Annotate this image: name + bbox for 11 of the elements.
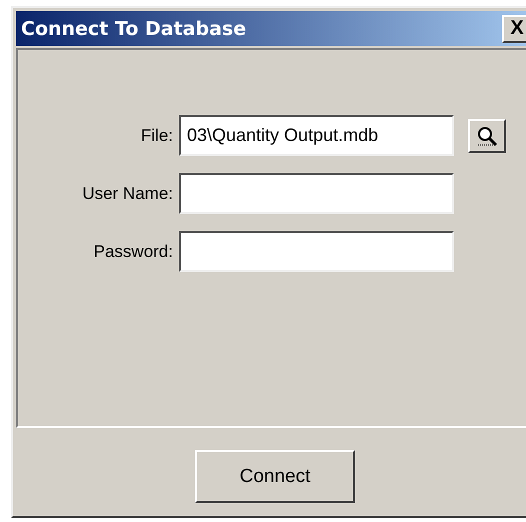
browse-button[interactable] xyxy=(468,118,506,152)
connect-button[interactable]: Connect xyxy=(195,450,355,503)
input-field[interactable] xyxy=(179,231,454,272)
field-label: User Name: xyxy=(81,184,173,204)
close-button[interactable]: X xyxy=(502,14,526,42)
field-label: Password: xyxy=(92,242,173,262)
window-title: Connect To Database xyxy=(21,18,246,40)
field-label: File: xyxy=(140,126,173,146)
input-field[interactable] xyxy=(179,173,454,214)
magnifier-icon xyxy=(476,124,498,146)
input-field[interactable]: 03\Quantity Output.mdb xyxy=(179,115,454,156)
